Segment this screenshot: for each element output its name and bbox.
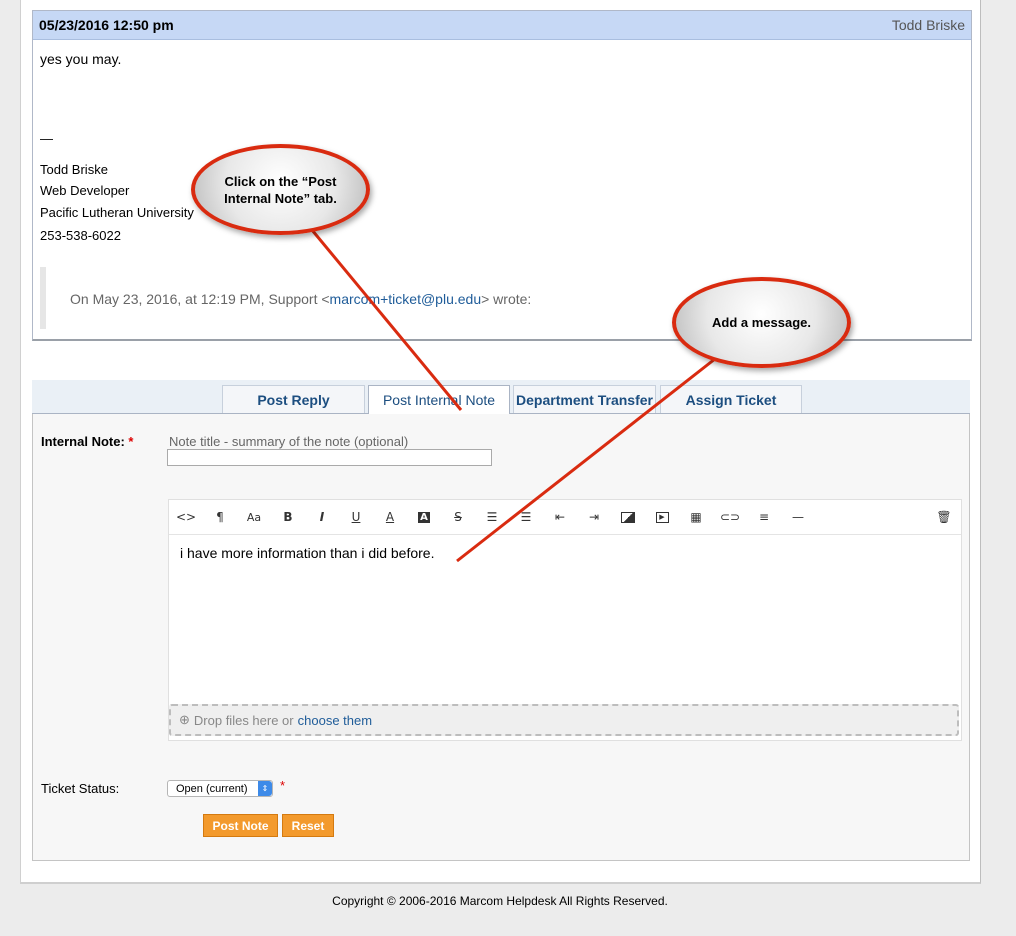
reset-button[interactable]: Reset bbox=[282, 814, 334, 837]
font-size-icon[interactable]: Aa bbox=[237, 500, 271, 534]
ticket-status-label: Ticket Status: bbox=[41, 781, 120, 796]
note-title-input[interactable] bbox=[167, 449, 492, 466]
quote-suffix: > wrote: bbox=[481, 291, 532, 307]
strikethrough-icon[interactable]: S bbox=[441, 500, 475, 534]
response-tabs: Post Reply Post Internal Note Department… bbox=[32, 380, 970, 414]
status-required-mark: * bbox=[280, 778, 286, 793]
underline-icon[interactable]: U bbox=[339, 500, 373, 534]
quote-header: On May 23, 2016, at 12:19 PM, Support <m… bbox=[70, 291, 531, 307]
rich-text-editor[interactable]: <> ¶ Aa B I U A A S ☰ ☰ ⇤ ⇥ ▶ ▦ ⊂⊃ ≡ — 🗑 bbox=[168, 499, 962, 741]
table-icon[interactable]: ▦ bbox=[679, 500, 713, 534]
dropzone-text: Drop files here or bbox=[193, 712, 294, 728]
upload-icon: ⊕ bbox=[179, 712, 190, 727]
file-dropzone[interactable]: ⊕ Drop files here or choose them bbox=[169, 704, 959, 736]
tab-post-reply[interactable]: Post Reply bbox=[222, 385, 365, 413]
font-color-icon[interactable]: A bbox=[373, 500, 407, 534]
choose-files-link[interactable]: choose them bbox=[298, 713, 372, 728]
link-icon[interactable]: ⊂⊃ bbox=[713, 500, 747, 534]
callout-click-tab: Click on the “Post Internal Note” tab. bbox=[191, 144, 370, 235]
internal-note-form: Internal Note: * Note title - summary of… bbox=[32, 414, 970, 861]
note-title-hint: Note title - summary of the note (option… bbox=[169, 434, 409, 449]
quote-email-link[interactable]: marcom+ticket@plu.edu bbox=[330, 291, 482, 307]
tab-post-internal-note[interactable]: Post Internal Note bbox=[368, 385, 510, 414]
ticket-status-select[interactable]: Open (current) ⇕ bbox=[167, 780, 273, 797]
background-color-icon[interactable]: A bbox=[407, 500, 441, 534]
editor-toolbar: <> ¶ Aa B I U A A S ☰ ☰ ⇤ ⇥ ▶ ▦ ⊂⊃ ≡ — 🗑 bbox=[169, 500, 961, 535]
tab-department-transfer[interactable]: Department Transfer bbox=[513, 385, 656, 413]
horizontal-rule-icon[interactable]: — bbox=[781, 500, 815, 534]
image-icon[interactable] bbox=[611, 500, 645, 534]
indent-icon[interactable]: ⇥ bbox=[577, 500, 611, 534]
footer-copyright: Copyright © 2006-2016 Marcom Helpdesk Al… bbox=[332, 894, 668, 908]
entry-date: 05/23/2016 12:50 pm bbox=[39, 17, 174, 33]
post-note-button[interactable]: Post Note bbox=[203, 814, 278, 837]
unordered-list-icon[interactable]: ☰ bbox=[475, 500, 509, 534]
message-text: yes you may. bbox=[40, 51, 122, 67]
thread-entry: 05/23/2016 12:50 pm Todd Briske yes you … bbox=[32, 10, 972, 341]
trash-icon[interactable]: 🗑 bbox=[927, 500, 961, 534]
page-container: 05/23/2016 12:50 pm Todd Briske yes you … bbox=[20, 0, 981, 884]
italic-icon[interactable]: I bbox=[305, 500, 339, 534]
tab-assign-ticket[interactable]: Assign Ticket bbox=[660, 385, 802, 413]
paragraph-icon[interactable]: ¶ bbox=[203, 500, 237, 534]
internal-note-label-text: Internal Note: bbox=[41, 434, 125, 449]
signature-phone: 253-538-6022 bbox=[40, 228, 121, 243]
signature-name: Todd Briske bbox=[40, 162, 108, 177]
bold-icon[interactable]: B bbox=[271, 500, 305, 534]
video-icon[interactable]: ▶ bbox=[645, 500, 679, 534]
required-mark: * bbox=[128, 434, 134, 449]
outdent-icon[interactable]: ⇤ bbox=[543, 500, 577, 534]
ordered-list-icon[interactable]: ☰ bbox=[509, 500, 543, 534]
signature-dash: — bbox=[40, 131, 53, 146]
entry-author: Todd Briske bbox=[891, 17, 965, 33]
callout-add-message: Add a message. bbox=[672, 277, 851, 368]
editor-content[interactable]: i have more information than i did befor… bbox=[180, 545, 434, 561]
signature-title: Web Developer bbox=[40, 183, 130, 198]
signature-org: Pacific Lutheran University bbox=[40, 205, 194, 220]
select-arrow-icon: ⇕ bbox=[258, 781, 272, 796]
ticket-status-value: Open (current) bbox=[176, 782, 248, 795]
quote-prefix: On May 23, 2016, at 12:19 PM, Support < bbox=[70, 291, 330, 307]
thread-entry-header: 05/23/2016 12:50 pm Todd Briske bbox=[33, 11, 971, 40]
internal-note-label: Internal Note: * bbox=[41, 434, 133, 449]
align-icon[interactable]: ≡ bbox=[747, 500, 781, 534]
code-view-icon[interactable]: <> bbox=[169, 500, 203, 534]
